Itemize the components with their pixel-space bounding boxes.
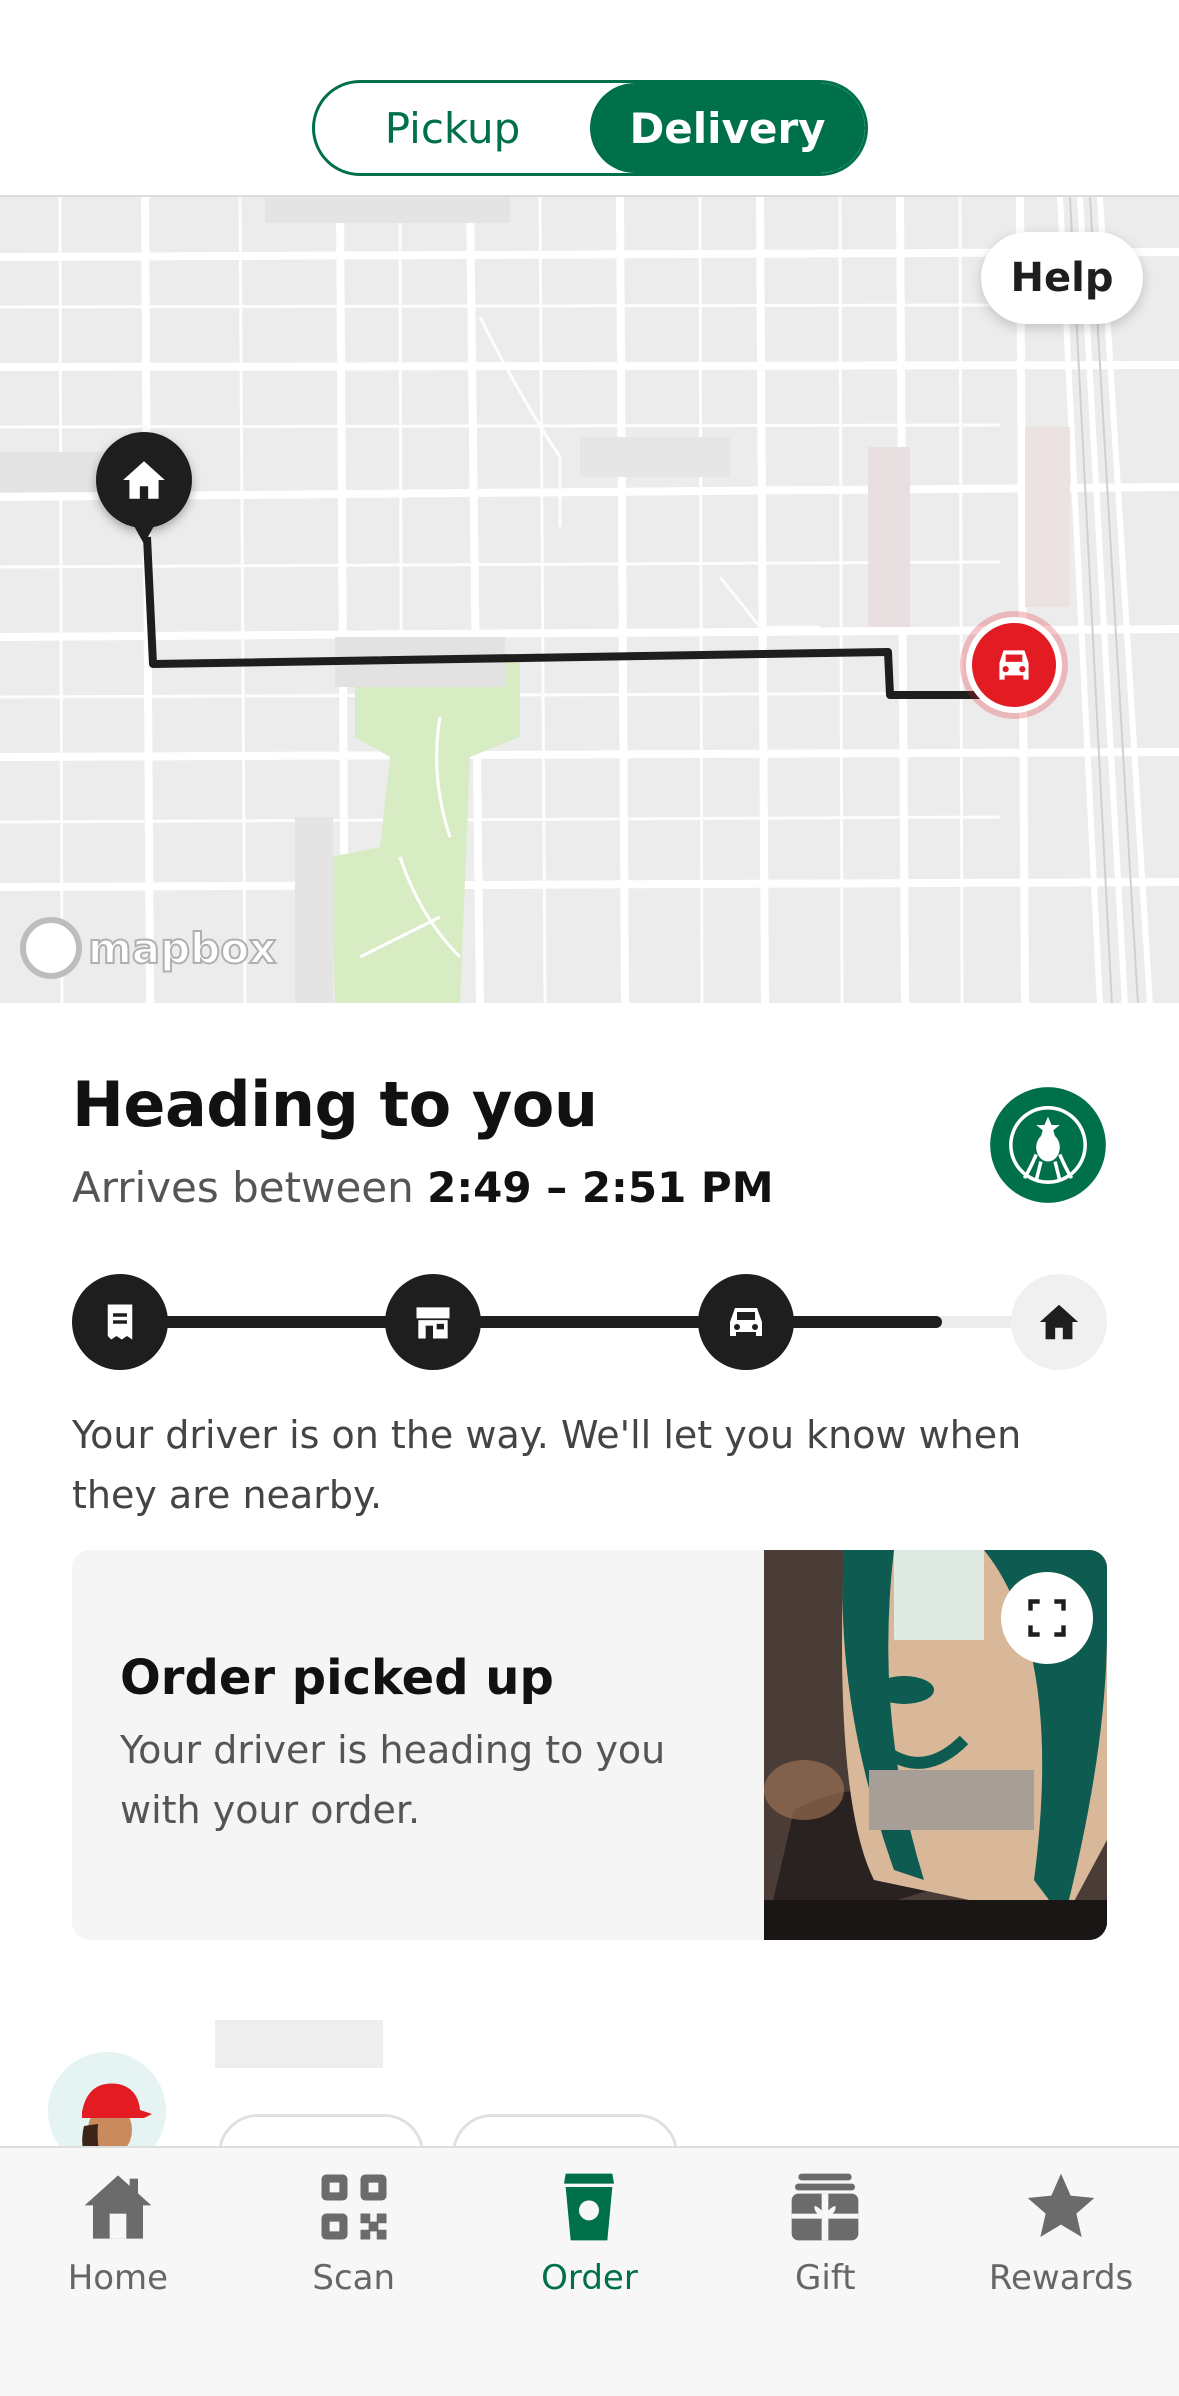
- map-streets: [0, 197, 1179, 1003]
- car-icon: [730, 1308, 762, 1336]
- home-icon: [123, 461, 165, 499]
- mapbox-attribution[interactable]: mapbox: [20, 917, 277, 979]
- arrival-time: 2:49 – 2:51 PM: [427, 1163, 774, 1212]
- car-icon: [999, 650, 1029, 680]
- driver-status-note: Your driver is on the way. We'll let you…: [72, 1413, 1022, 1517]
- driver-location-pin: [966, 617, 1062, 713]
- order-picked-up-card: Order picked up Your driver is heading t…: [72, 1550, 1107, 1940]
- step-store: [385, 1274, 481, 1370]
- delivery-status-title: Heading to you: [72, 1068, 598, 1141]
- nav-order[interactable]: Order: [472, 2148, 708, 2396]
- nav-rewards-label: Rewards: [988, 2258, 1134, 2298]
- expand-icon: [1028, 1599, 1066, 1637]
- home-icon: [84, 2175, 152, 2239]
- mapbox-logo-icon: [20, 917, 82, 979]
- nav-gift-label: Gift: [795, 2258, 856, 2298]
- gift-icon: [791, 2173, 859, 2241]
- step-delivered: [1011, 1274, 1107, 1370]
- nav-home-label: Home: [67, 2258, 169, 2298]
- home-location-pin: [96, 432, 192, 544]
- expand-photo-button[interactable]: [1001, 1572, 1093, 1664]
- nav-home[interactable]: Home: [0, 2148, 236, 2396]
- nav-order-label: Order: [541, 2258, 638, 2298]
- bottom-navigation: Home Scan Order Gift Rewards: [0, 2146, 1179, 2396]
- step-order-placed: [72, 1274, 168, 1370]
- star-icon: [1027, 2173, 1095, 2237]
- nav-gift[interactable]: Gift: [707, 2148, 943, 2396]
- delivery-map[interactable]: Help mapbox: [0, 195, 1179, 1003]
- cup-icon: [564, 2173, 615, 2241]
- nav-rewards[interactable]: Rewards: [943, 2148, 1179, 2396]
- pickup-card-description: Your driver is heading to you with your …: [120, 1728, 666, 1832]
- step-on-the-way: [698, 1274, 794, 1370]
- mapbox-label: mapbox: [87, 923, 277, 974]
- receipt-icon: [107, 1304, 133, 1340]
- arrival-window: Arrives between 2:49 – 2:51 PM: [72, 1163, 774, 1212]
- home-icon: [1039, 1304, 1079, 1340]
- pickup-card-title: Order picked up: [120, 1650, 554, 1706]
- pickup-delivery-toggle: Pickup Delivery: [312, 80, 868, 176]
- driver-name: [215, 2020, 383, 2068]
- nav-scan[interactable]: Scan: [236, 2148, 472, 2396]
- starbucks-logo-icon: [990, 1087, 1106, 1203]
- toggle-pickup[interactable]: Pickup: [315, 83, 590, 173]
- store-icon: [416, 1307, 450, 1339]
- help-button[interactable]: Help: [981, 232, 1143, 324]
- qr-code-icon: [321, 2174, 387, 2240]
- nav-scan-label: Scan: [312, 2258, 396, 2298]
- arrival-prefix: Arrives between: [72, 1163, 414, 1212]
- progress-fill: [112, 1316, 942, 1328]
- toggle-delivery[interactable]: Delivery: [590, 83, 865, 173]
- delivery-progress-tracker: [72, 1272, 1107, 1372]
- order-photo[interactable]: [764, 1550, 1107, 1940]
